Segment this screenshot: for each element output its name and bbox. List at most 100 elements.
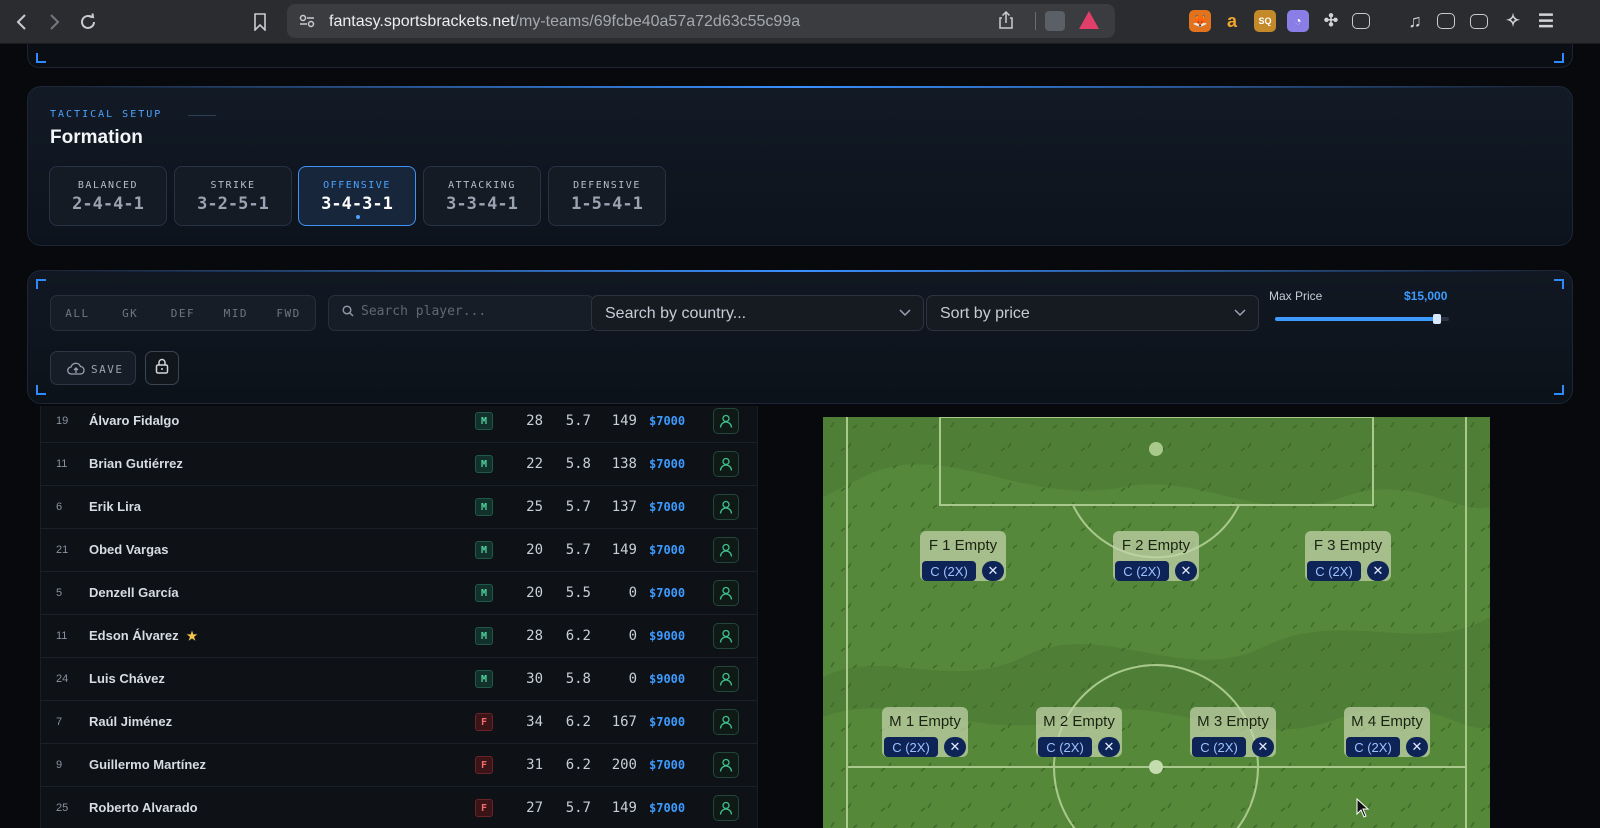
pitch-slot-forward-1[interactable]: F 1 Empty C (2X) ✕ bbox=[920, 531, 1006, 581]
brave-shields-icon[interactable] bbox=[1045, 11, 1065, 31]
remove-icon[interactable]: ✕ bbox=[1406, 737, 1428, 757]
player-rating: 5.8 bbox=[565, 671, 591, 687]
pitch-slot-midfield-2[interactable]: M 2 Empty C (2X) ✕ bbox=[1036, 707, 1122, 757]
chevron-down-icon bbox=[1234, 305, 1246, 320]
player-row[interactable]: 11 Brian Gutiérrez M 22 5.8 138 $7000 bbox=[41, 443, 757, 486]
user-icon bbox=[719, 629, 733, 643]
wallet-icon[interactable] bbox=[1470, 14, 1488, 29]
bookmark-icon[interactable] bbox=[246, 8, 274, 36]
captain-button[interactable]: C (2X) bbox=[1346, 737, 1400, 757]
formation-name: BALANCED bbox=[77, 180, 139, 191]
player-row[interactable]: 6 Erik Lira M 25 5.7 137 $7000 bbox=[41, 486, 757, 529]
pitch-slot-forward-2[interactable]: F 2 Empty C (2X) ✕ bbox=[1113, 531, 1199, 581]
country-select[interactable]: Search by country... bbox=[591, 295, 924, 331]
player-number: 21 bbox=[56, 544, 69, 556]
player-row[interactable]: 11 Edson Álvarez ★ M 28 6.2 0 $9000 bbox=[41, 615, 757, 658]
pitch-slot-forward-3[interactable]: F 3 Empty C (2X) ✕ bbox=[1305, 531, 1391, 581]
captain-button[interactable]: C (2X) bbox=[1115, 561, 1169, 581]
remove-icon[interactable]: ✕ bbox=[944, 737, 966, 757]
position-filter-gk[interactable]: GK bbox=[104, 307, 157, 320]
add-player-button[interactable] bbox=[713, 623, 739, 649]
captain-button[interactable]: C (2X) bbox=[884, 737, 938, 757]
player-row[interactable]: 5 Denzell García M 20 5.5 0 $7000 bbox=[41, 572, 757, 615]
player-search-input[interactable] bbox=[361, 304, 581, 319]
user-icon bbox=[719, 672, 733, 686]
add-player-button[interactable] bbox=[713, 537, 739, 563]
player-age: 20 bbox=[526, 542, 543, 558]
remove-icon[interactable]: ✕ bbox=[1175, 561, 1197, 581]
metamask-extension-icon[interactable]: 🦊 bbox=[1189, 10, 1211, 32]
lock-icon bbox=[155, 358, 169, 379]
share-icon[interactable] bbox=[999, 10, 1013, 33]
formation-option-defensive[interactable]: DEFENSIVE 1-5-4-1 bbox=[548, 166, 666, 226]
remove-icon[interactable]: ✕ bbox=[982, 561, 1004, 581]
player-number: 6 bbox=[56, 501, 63, 513]
max-price-slider[interactable] bbox=[1275, 314, 1449, 324]
user-icon bbox=[719, 414, 733, 428]
sq-extension-icon[interactable]: SQ bbox=[1254, 10, 1276, 32]
captain-button[interactable]: C (2X) bbox=[1192, 737, 1246, 757]
pitch-slot-midfield-3[interactable]: M 3 Empty C (2X) ✕ bbox=[1190, 707, 1276, 757]
formation-name: ATTACKING bbox=[448, 180, 516, 191]
user-icon bbox=[719, 457, 733, 471]
pitch-slot-midfield-4[interactable]: M 4 Empty C (2X) ✕ bbox=[1344, 707, 1430, 757]
position-badge: F bbox=[475, 756, 493, 774]
formation-option-offensive[interactable]: OFFENSIVE 3-4-3-1 bbox=[298, 166, 416, 226]
sidebar-icon[interactable] bbox=[1437, 13, 1455, 29]
remove-icon[interactable]: ✕ bbox=[1098, 737, 1120, 757]
extensions-puzzle-icon[interactable]: ✣ bbox=[1320, 10, 1342, 32]
formation-option-attacking[interactable]: ATTACKING 3-3-4-1 bbox=[423, 166, 541, 226]
player-rating: 5.5 bbox=[565, 585, 591, 601]
player-row[interactable]: 21 Obed Vargas M 20 5.7 149 $7000 bbox=[41, 529, 757, 572]
url-path: /my-teams/69fcbe40a57a72d63c55c99a bbox=[514, 13, 801, 30]
position-filter-mid[interactable]: MID bbox=[209, 307, 262, 320]
player-row[interactable]: 19 Álvaro Fidalgo M 28 5.7 149 $7000 bbox=[41, 406, 757, 443]
player-row[interactable]: 7 Raúl Jiménez F 34 6.2 167 $7000 bbox=[41, 701, 757, 744]
position-badge: M bbox=[475, 584, 493, 602]
sort-select[interactable]: Sort by price bbox=[926, 295, 1259, 331]
screenshot-extension-icon[interactable] bbox=[1352, 13, 1370, 29]
position-filter-fwd[interactable]: FWD bbox=[262, 307, 315, 320]
pitch-slot-midfield-1[interactable]: M 1 Empty C (2X) ✕ bbox=[882, 707, 968, 757]
add-player-button[interactable] bbox=[713, 451, 739, 477]
forward-icon[interactable] bbox=[40, 8, 68, 36]
add-player-button[interactable] bbox=[713, 494, 739, 520]
captain-button[interactable]: C (2X) bbox=[922, 561, 976, 581]
position-filter-all[interactable]: ALL bbox=[51, 307, 104, 320]
add-player-button[interactable] bbox=[713, 408, 739, 434]
ghost-extension-icon[interactable]: ◔ bbox=[1287, 10, 1309, 32]
menu-icon[interactable]: ☰ bbox=[1535, 10, 1557, 32]
add-player-button[interactable] bbox=[713, 580, 739, 606]
amazon-extension-icon[interactable]: a bbox=[1221, 10, 1243, 32]
leo-ai-icon[interactable]: ✧ bbox=[1502, 10, 1524, 32]
remove-icon[interactable]: ✕ bbox=[1252, 737, 1274, 757]
player-row[interactable]: 24 Luis Chávez M 30 5.8 0 $9000 bbox=[41, 658, 757, 701]
add-player-button[interactable] bbox=[713, 752, 739, 778]
url-text[interactable]: fantasy.sportsbrackets.net/my-teams/69fc… bbox=[329, 13, 800, 31]
reload-icon[interactable] bbox=[74, 8, 102, 36]
add-player-button[interactable] bbox=[713, 666, 739, 692]
address-bar[interactable]: fantasy.sportsbrackets.net/my-teams/69fc… bbox=[287, 4, 1115, 38]
player-row[interactable]: 25 Roberto Alvarado F 27 5.7 149 $7000 bbox=[41, 787, 757, 828]
formation-option-balanced[interactable]: BALANCED 2-4-4-1 bbox=[49, 166, 167, 226]
player-points: 0 bbox=[628, 671, 637, 687]
formation-value: 1-5-4-1 bbox=[571, 194, 643, 214]
music-icon[interactable]: ♫ bbox=[1404, 10, 1426, 32]
formation-option-strike[interactable]: STRIKE 3-2-5-1 bbox=[174, 166, 292, 226]
position-filter-def[interactable]: DEF bbox=[157, 307, 210, 320]
remove-icon[interactable]: ✕ bbox=[1367, 561, 1389, 581]
add-player-button[interactable] bbox=[713, 709, 739, 735]
save-button[interactable]: SAVE bbox=[50, 351, 136, 385]
add-player-button[interactable] bbox=[713, 795, 739, 821]
site-settings-icon[interactable] bbox=[297, 11, 317, 31]
lock-button[interactable] bbox=[145, 351, 179, 385]
brave-rewards-icon[interactable] bbox=[1079, 11, 1099, 29]
player-row[interactable]: 9 Guillermo Martínez F 31 6.2 200 $7000 bbox=[41, 744, 757, 787]
back-icon[interactable] bbox=[8, 8, 36, 36]
max-price-label: Max Price bbox=[1269, 289, 1323, 303]
formation-name: STRIKE bbox=[210, 180, 256, 191]
player-price: $9000 bbox=[649, 629, 686, 643]
captain-button[interactable]: C (2X) bbox=[1307, 561, 1361, 581]
captain-button[interactable]: C (2X) bbox=[1038, 737, 1092, 757]
slider-thumb[interactable] bbox=[1432, 314, 1441, 324]
